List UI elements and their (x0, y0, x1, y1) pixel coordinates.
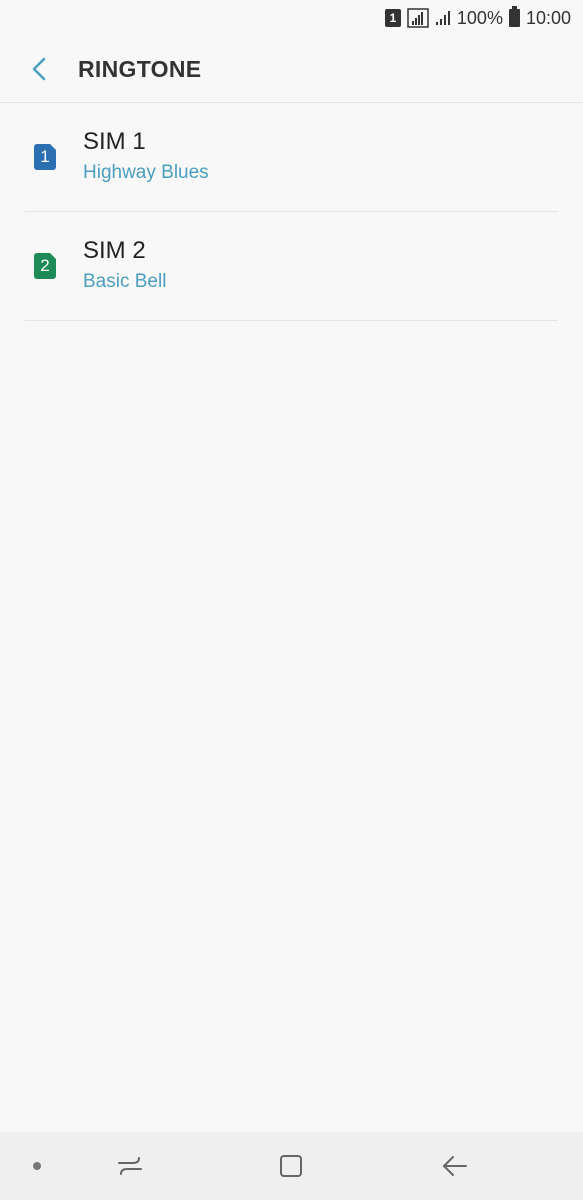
recent-apps-icon (118, 1157, 142, 1175)
toolbar: RINGTONE (0, 36, 583, 103)
sim1-icon: 1 (34, 144, 56, 170)
recent-apps-button[interactable] (105, 1132, 155, 1200)
list-item-sim1[interactable]: 1 SIM 1 Highway Blues (25, 103, 558, 212)
battery-icon (508, 6, 520, 27)
signal-strength-2-icon (435, 10, 451, 26)
back-button[interactable] (0, 36, 78, 102)
list-item-sim2[interactable]: 2 SIM 2 Basic Bell (25, 212, 558, 321)
list-item-subtitle: Highway Blues (83, 162, 209, 183)
list-item-title: SIM 1 (83, 128, 146, 155)
nav-dot-button[interactable] (22, 1132, 52, 1200)
nav-dot-icon (33, 1162, 41, 1170)
sim-ringtone-list: 1 SIM 1 Highway Blues 2 SIM 2 Basic Bell (0, 103, 583, 321)
battery-percent: 100% (456, 7, 503, 28)
nav-back-button[interactable] (430, 1132, 480, 1200)
sim1-icon: 1 (384, 9, 401, 27)
page-title: RINGTONE (78, 55, 202, 82)
navigation-bar (0, 1132, 583, 1200)
home-button[interactable] (266, 1132, 316, 1200)
list-item-title: SIM 2 (83, 237, 146, 264)
chevron-left-icon (32, 57, 46, 81)
sim2-icon: 2 (34, 253, 56, 279)
back-arrow-icon (443, 1156, 467, 1176)
status-time: 10:00 (525, 7, 571, 28)
list-item-subtitle: Basic Bell (83, 271, 167, 292)
home-icon (280, 1155, 302, 1177)
signal-strength-icon (407, 8, 429, 28)
status-bar: 1 100% 10:00 (0, 0, 583, 36)
